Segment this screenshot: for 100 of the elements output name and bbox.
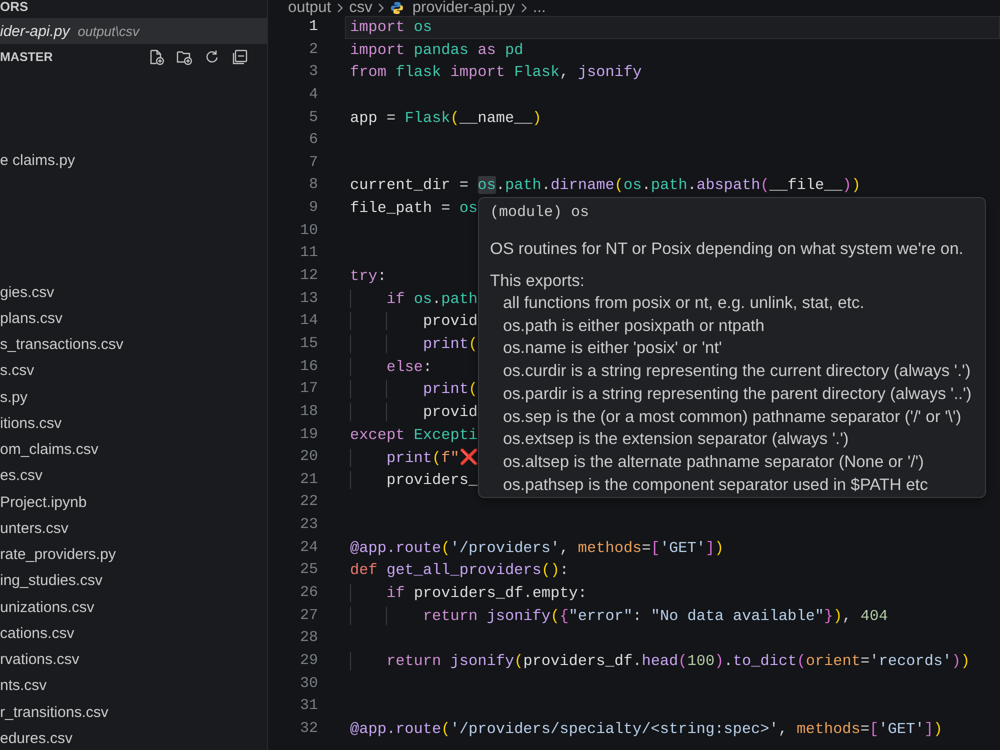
line-number: 24 <box>300 538 318 556</box>
line-number: 19 <box>300 426 318 443</box>
line-number: 5 <box>308 108 318 126</box>
file-item[interactable]: e claims.py <box>0 152 76 170</box>
section-header[interactable]: MASTER <box>0 50 53 64</box>
file-item[interactable]: om_claims.csv <box>0 441 98 458</box>
file-item[interactable]: plans.csv <box>0 310 63 327</box>
code-line: current_dir = os.path.dirname(os.path.abspath(__file__)) <box>350 176 861 194</box>
code-line: file_path = os <box>350 199 478 218</box>
file-item[interactable]: Project.ipynb <box>0 494 87 511</box>
refresh-icon[interactable] <box>204 48 220 64</box>
line-number: 28 <box>300 629 318 646</box>
line-number: 13 <box>300 290 318 307</box>
line-number: 7 <box>308 154 318 171</box>
code-line: print(f"❌ <box>350 449 478 468</box>
hover-list-item: os.name is either 'posix' or 'nt' <box>502 338 722 360</box>
line-number: 3 <box>308 63 318 80</box>
file-item[interactable]: s_transactions.csv <box>0 336 124 354</box>
file-type-icon <box>390 1 404 15</box>
breadcrumb-more[interactable]: ... <box>532 0 546 16</box>
file-item[interactable]: unters.csv <box>0 520 68 537</box>
code-line: from flask import Flask, jsonify <box>350 63 642 82</box>
code-line: print( <box>350 380 478 398</box>
file-item[interactable]: ing_studies.csv <box>0 572 103 590</box>
line-number: 29 <box>300 652 318 669</box>
code-line: if os.path <box>350 290 478 308</box>
file-item[interactable]: s.csv <box>0 362 34 380</box>
file-item[interactable]: itions.csv <box>0 414 62 432</box>
hover-list-item: os.sep is the (or a most common) pathname separator ('/' or '\') <box>502 406 962 428</box>
code-line: @app.route('/providers/specialty/<string:spec>', methods=['GET']) <box>350 720 942 738</box>
chevron-icon <box>337 3 344 13</box>
code-line: print( <box>350 334 478 353</box>
code-line: provid <box>350 402 478 421</box>
line-number: 32 <box>300 720 318 737</box>
line-number: 16 <box>300 358 318 375</box>
hover-list-item: all functions from posix or nt, e.g. unlink, stat, etc. <box>502 293 864 314</box>
collapse-all-icon[interactable] <box>232 48 248 64</box>
line-number: 9 <box>308 199 318 216</box>
file-item[interactable]: rvations.csv <box>0 651 80 668</box>
line-number: 2 <box>308 40 318 58</box>
code-line: import pandas as pd <box>350 40 524 59</box>
hover-list-item: os.pardir is a string representing the parent directory (always '..') <box>502 384 972 405</box>
hover-list-item: os.curdir is a string representing the current directory (always '.') <box>502 361 971 382</box>
open-editor-item[interactable]: ider-api.py output\csv <box>0 18 267 44</box>
hover-list-item: os.extsep is the extension separator (always '.') <box>502 429 849 450</box>
line-number: 26 <box>300 584 318 602</box>
hover-signature: (module) os <box>490 204 590 221</box>
line-number: 1 <box>308 18 318 35</box>
line-number: 31 <box>300 697 318 714</box>
file-item[interactable]: r_transitions.csv <box>0 704 108 721</box>
file-item[interactable]: edures.csv <box>0 730 73 747</box>
line-number: 12 <box>300 267 318 284</box>
hover-list-item: os.altsep is the alternate pathname separator (None or '/') <box>502 452 924 473</box>
line-number: 4 <box>308 86 318 103</box>
code-line: def get_all_providers(): <box>350 561 569 580</box>
file-item[interactable]: rate_providers.py <box>0 546 116 564</box>
hover-list-item: os.pathsep is the component separator used in $PATH etc <box>502 474 928 496</box>
code-line: app = Flask(__name__) <box>350 108 542 127</box>
line-number: 10 <box>300 222 318 239</box>
chevron-icon <box>520 3 527 13</box>
line-number: 6 <box>308 131 318 148</box>
hover-description: OS routines for NT or Posix depending on what system we're on. <box>490 240 964 258</box>
file-item[interactable]: unizations.csv <box>0 598 94 616</box>
line-number: 27 <box>300 606 318 624</box>
code-line: else: <box>350 358 432 376</box>
code-line: if providers_df.empty: <box>350 584 588 602</box>
hover-text: This exports: <box>490 272 584 290</box>
file-item[interactable]: es.csv <box>0 467 43 484</box>
line-number: 18 <box>300 402 318 420</box>
chevron-icon <box>378 3 384 13</box>
file-item[interactable]: cations.csv <box>0 624 74 642</box>
code-line: provid <box>350 312 478 330</box>
code-line: import os <box>350 18 432 36</box>
file-item[interactable]: s.py <box>0 388 28 406</box>
file-item[interactable]: gies.csv <box>0 284 54 301</box>
hover-list-item: os.path is either posixpath or ntpath <box>502 316 764 337</box>
line-number: 11 <box>300 244 318 262</box>
file-item[interactable]: nts.csv <box>0 677 47 694</box>
line-number: 17 <box>300 380 318 398</box>
code-line: return jsonify(providers_df.head(100).to_dict(orient='records')) <box>350 652 970 670</box>
line-number: 25 <box>300 561 318 578</box>
code-line: except Excepti <box>350 426 478 444</box>
line-number: 23 <box>300 516 318 534</box>
section-header[interactable]: ORS <box>0 0 28 13</box>
line-number: 22 <box>300 493 318 510</box>
breadcrumb-item[interactable]: provider-api.py <box>412 0 515 16</box>
code-line: return jsonify({"error": "No data available"}), 404 <box>350 606 888 625</box>
new-file-icon[interactable] <box>148 48 164 64</box>
code-line: providers_ <box>350 470 478 489</box>
line-number: 21 <box>300 470 318 488</box>
new-folder-icon[interactable] <box>176 48 192 64</box>
line-number: 8 <box>308 176 318 194</box>
line-number: 14 <box>300 312 318 330</box>
breadcrumb-item[interactable]: csv <box>349 0 372 16</box>
line-number: 30 <box>300 674 318 692</box>
line-number: 20 <box>300 448 318 466</box>
code-line: @app.route('/providers', methods=['GET']) <box>350 538 724 557</box>
breadcrumb-item[interactable]: output <box>288 0 332 16</box>
code-line: try: <box>350 267 386 286</box>
line-number: 15 <box>300 334 318 352</box>
